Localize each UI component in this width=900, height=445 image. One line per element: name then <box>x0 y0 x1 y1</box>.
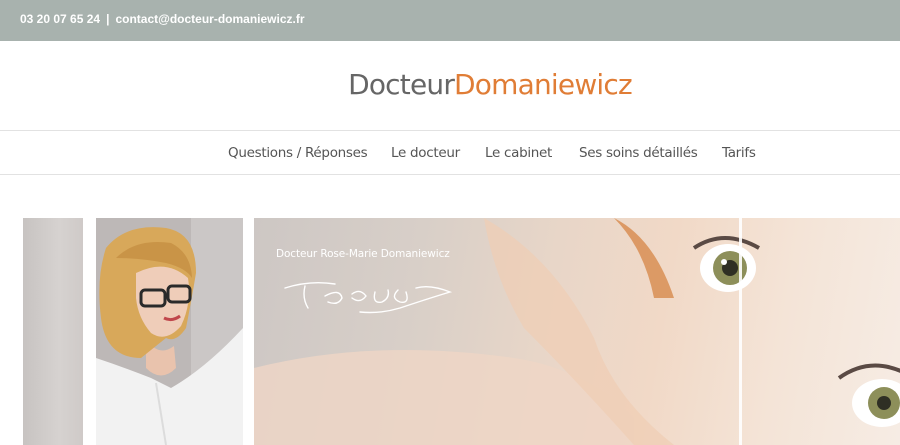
doctor-portrait <box>96 218 243 445</box>
nav-divider-bottom <box>0 174 900 175</box>
logo-text-docteur: Docteur <box>348 68 455 101</box>
nav-item-le-docteur[interactable]: Le docteur <box>391 145 460 161</box>
phone-link[interactable]: 03 20 07 65 24 <box>20 12 100 26</box>
logo-text-domaniewicz: Domaniewicz <box>454 68 633 101</box>
hero-side-image <box>23 218 83 445</box>
doctor-portrait-image <box>96 218 243 445</box>
signature-icon <box>284 281 453 314</box>
main-navigation: Questions / Réponses Le docteur Le cabin… <box>0 131 900 174</box>
doctor-name-caption: Docteur Rose-Marie Domaniewicz <box>276 248 450 260</box>
contact-separator: | <box>106 12 110 26</box>
email-link[interactable]: contact@docteur-domaniewicz.fr <box>115 12 304 26</box>
hero-banner: Docteur Rose-Marie Domaniewicz <box>254 218 900 445</box>
nav-item-tarifs[interactable]: Tarifs <box>722 145 756 161</box>
nav-item-questions-reponses[interactable]: Questions / Réponses <box>228 145 368 161</box>
contact-info: 03 20 07 65 24 | contact@docteur-domaniewi… <box>20 12 305 26</box>
site-logo[interactable]: DocteurDomaniewicz <box>0 68 900 101</box>
nav-item-le-cabinet[interactable]: Le cabinet <box>485 145 552 161</box>
nav-item-ses-soins-detailles[interactable]: Ses soins détaillés <box>579 145 698 161</box>
top-contact-bar: 03 20 07 65 24 | contact@docteur-domaniewi… <box>0 0 900 41</box>
